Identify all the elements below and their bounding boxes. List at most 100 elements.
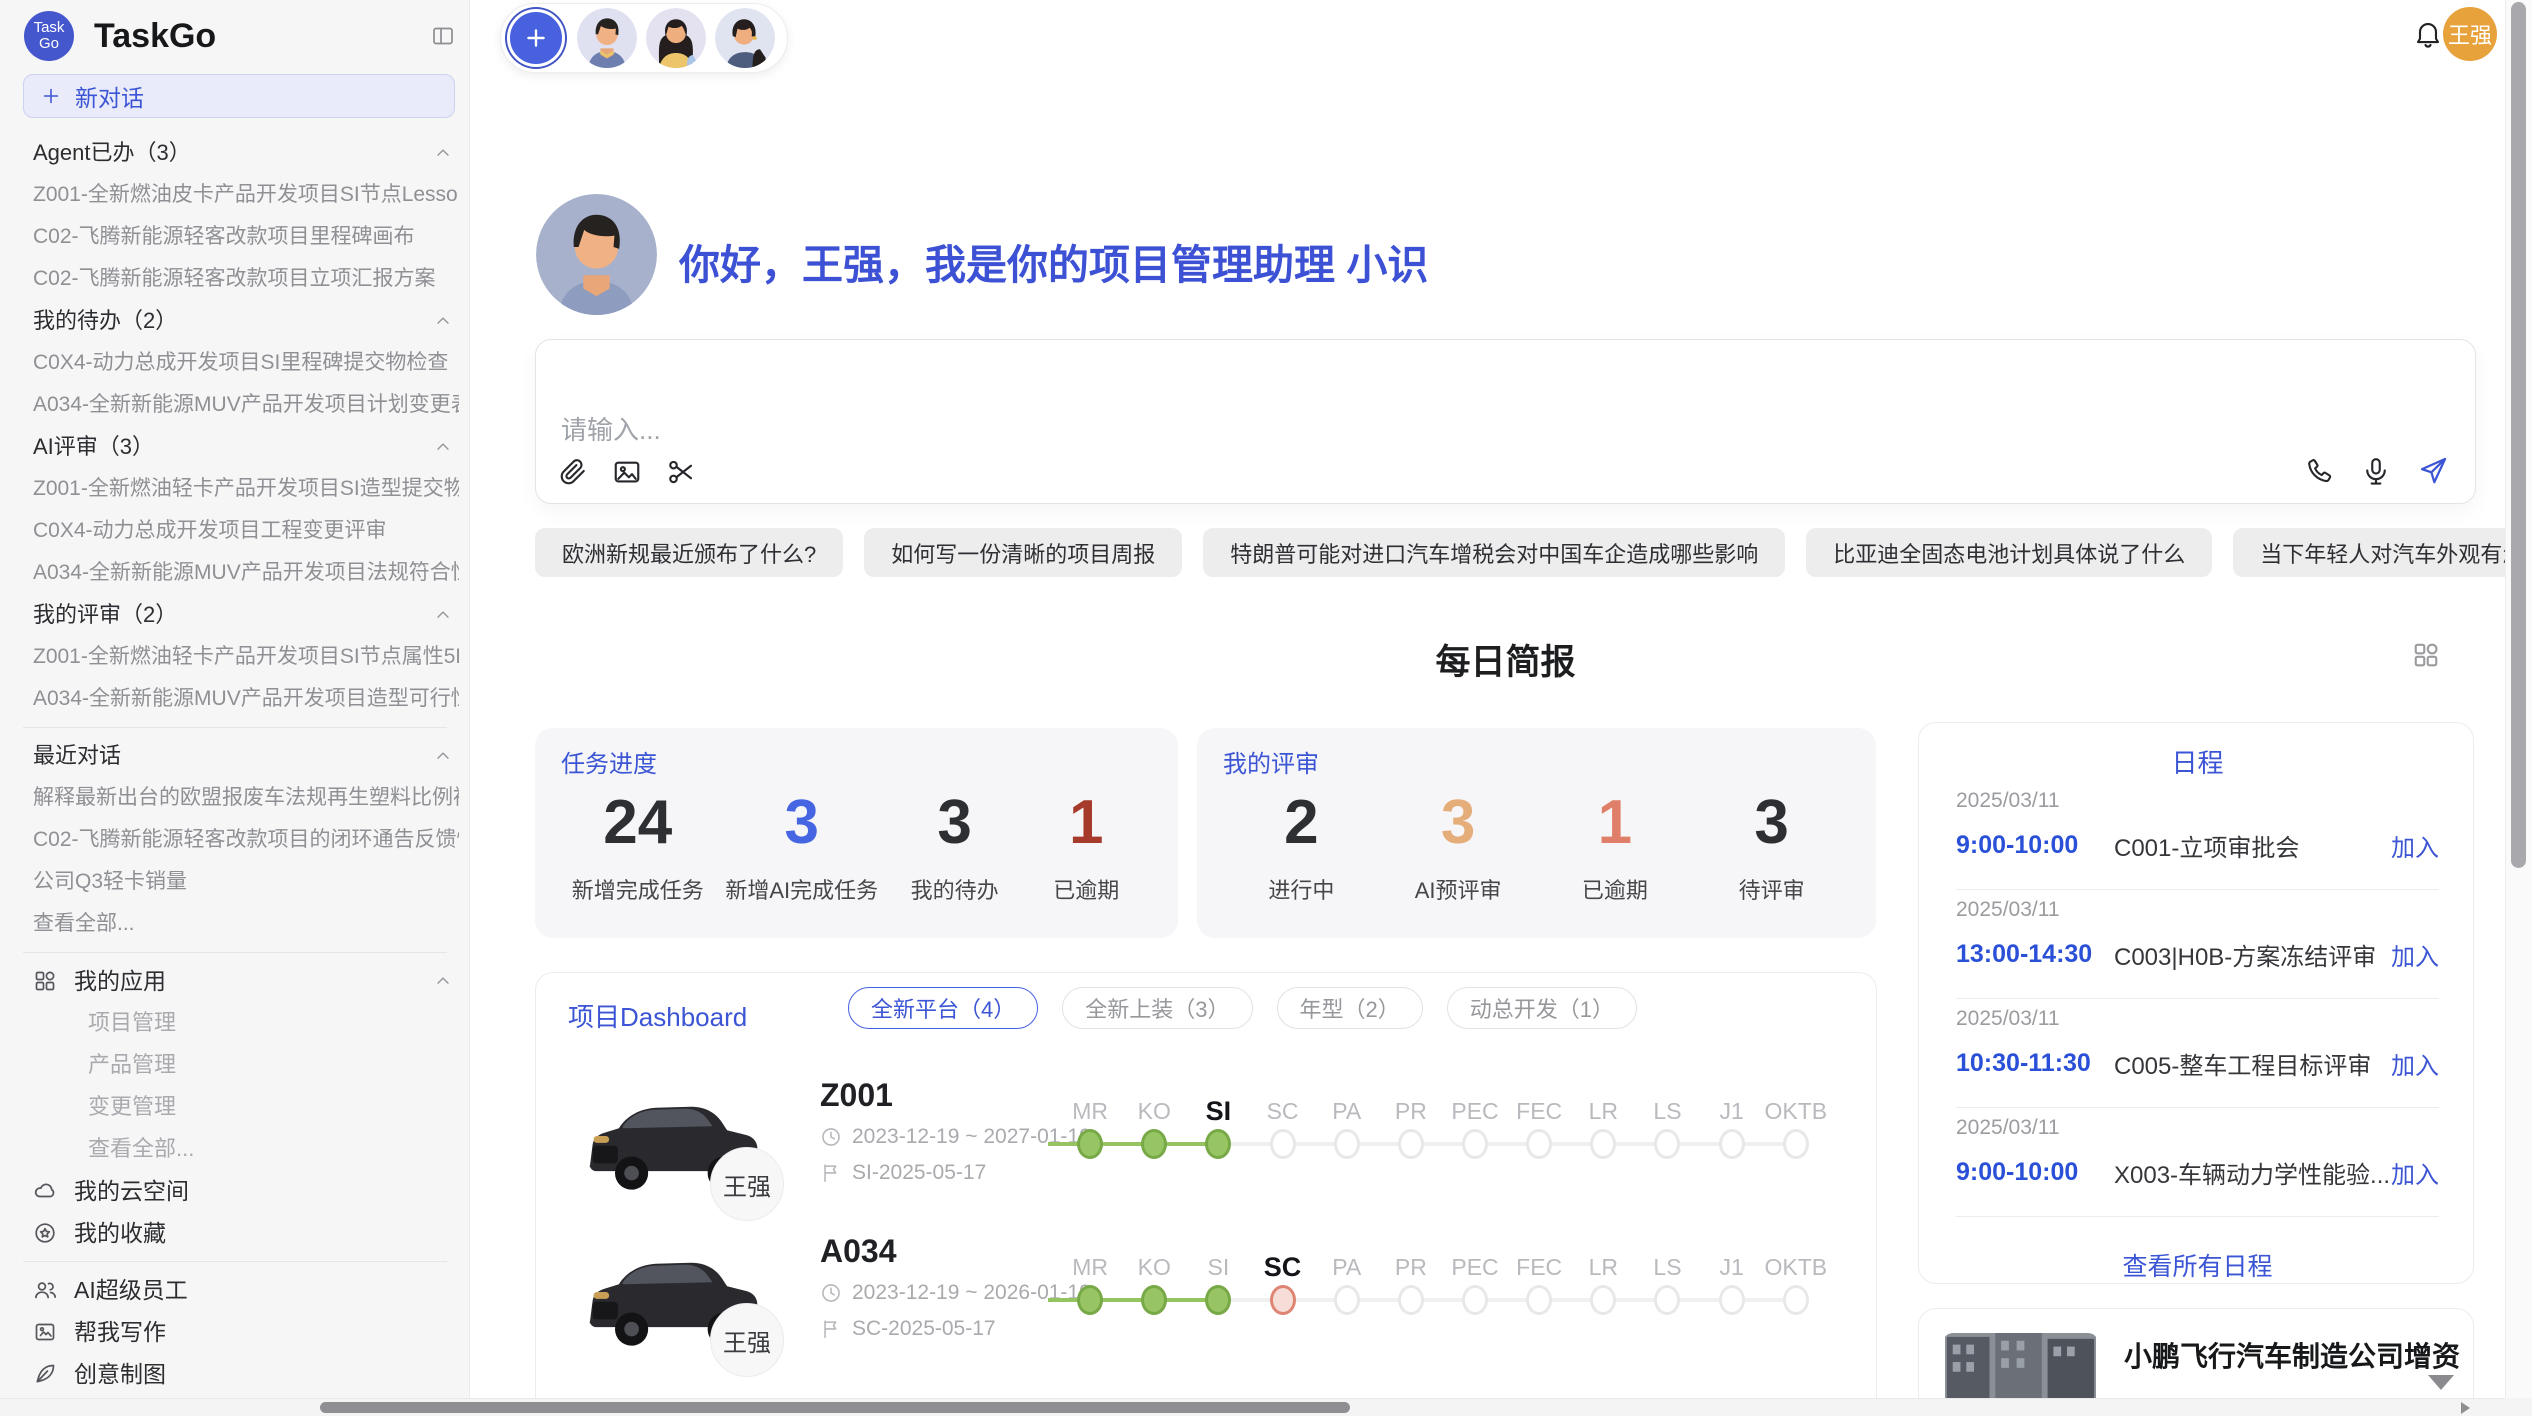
sidebar-item-favorites[interactable]: 我的收藏 [33,1217,459,1249]
chat-composer[interactable]: 请输入... [535,339,2476,504]
tab-new-platform[interactable]: 全新平台（4） [848,987,1038,1029]
composer-placeholder: 请输入... [561,410,661,447]
send-icon[interactable] [2417,455,2449,487]
stat-value: 1 [1031,783,1141,863]
milestone-dot [1590,1285,1616,1315]
milestone-dot [1654,1285,1680,1315]
sidebar-item-my-apps[interactable]: 我的应用 [33,965,459,997]
layout-grid-icon[interactable] [2411,640,2441,670]
list-item[interactable]: Z001-全新燃油轻卡产品开发项目SI造型提交物评审 [33,473,459,505]
sidebar-item-creative-draw[interactable]: 创意制图 [33,1358,459,1390]
milestone-dot [1783,1129,1809,1159]
sidebar-item-cloud-space[interactable]: 我的云空间 [33,1175,459,1207]
microphone-icon[interactable] [2361,456,2391,486]
view-all-chats-link[interactable]: 查看全部... [33,908,459,940]
list-item[interactable]: A034-全新新能源MUV产品开发项目计划变更表编写 [33,389,459,421]
project-flag-milestone: SC-2025-05-17 [820,1317,996,1341]
join-button[interactable]: 加入 [2391,828,2439,863]
quill-icon [33,1362,57,1386]
milestone-dot [1077,1129,1103,1159]
chevron-up-icon[interactable] [433,971,453,991]
list-item[interactable]: C02-飞腾新能源轻客改款项目里程碑画布 [33,221,459,253]
event-title: C003|H0B-方案冻结评审 [2114,937,2391,972]
join-button[interactable]: 加入 [2391,1155,2439,1190]
milestone-track: MRKOSISCPAPRPECFECLRLSJ1OKTB [1058,1091,1828,1203]
scroll-right-arrow[interactable] [2461,1402,2470,1414]
app-link-project-mgmt[interactable]: 项目管理 [33,1007,459,1039]
insert-image-icon[interactable] [612,457,642,487]
list-item[interactable]: C0X4-动力总成开发项目工程变更评审 [33,515,459,547]
chevron-up-icon[interactable] [433,437,453,457]
join-button[interactable]: 加入 [2391,937,2439,972]
app-link-change-mgmt[interactable]: 变更管理 [33,1091,459,1123]
tab-new-body[interactable]: 全新上装（3） [1062,987,1252,1029]
vertical-scrollbar-thumb[interactable] [2511,2,2526,868]
chevron-up-icon[interactable] [433,311,453,331]
section-ai-review[interactable]: AI评审（3） [33,431,459,463]
collapse-sidebar-icon[interactable] [431,24,455,48]
flag-label: SI-2025-05-17 [852,1161,986,1185]
list-item[interactable]: Z001-全新燃油轻卡产品开发项目SI节点属性5D文件评审 [33,641,459,673]
app-link-product-mgmt[interactable]: 产品管理 [33,1049,459,1081]
list-item[interactable]: C02-飞腾新能源轻客改款项目立项汇报方案 [33,263,459,295]
attach-file-icon[interactable] [558,457,588,487]
daily-briefing-title: 每日简报 [535,634,2476,685]
suggestion-chip[interactable]: 当下年轻人对汽车外观有怎样的喜好趋势 [2233,528,2505,577]
section-agent-done[interactable]: Agent已办（3） [33,137,459,169]
suggestion-chip[interactable]: 如何写一份清晰的项目周报 [864,528,1182,577]
project-code: Z001 [820,1077,893,1114]
sidebar-item-help-write[interactable]: 帮我写作 [33,1316,459,1348]
sidebar-item-ai-employee[interactable]: AI超级员工 [33,1274,459,1306]
apps-grid-icon [33,969,57,993]
milestone-lr: LR [1571,1091,1635,1203]
view-all-apps-link[interactable]: 查看全部... [33,1133,459,1165]
chevron-up-icon[interactable] [433,605,453,625]
join-button[interactable]: 加入 [2391,1046,2439,1081]
suggestion-chip[interactable]: 欧洲新规最近颁布了什么? [535,528,843,577]
suggestion-chip[interactable]: 比亚迪全固态电池计划具体说了什么 [1806,528,2212,577]
list-item[interactable]: C0X4-动力总成开发项目SI里程碑提交物检查 [33,347,459,379]
voice-call-icon[interactable] [2305,456,2335,486]
new-chat-button[interactable]: 新对话 [23,74,455,118]
list-item[interactable]: A034-全新新能源MUV产品开发项目法规符合性评审 [33,557,459,589]
milestone-dot [1590,1129,1616,1159]
milestone-label: PR [1379,1095,1443,1127]
flag-icon [820,1318,842,1340]
milestone-dot [1141,1285,1167,1315]
section-recent-chats[interactable]: 最近对话 [33,740,459,772]
section-my-todo[interactable]: 我的待办（2） [33,305,459,337]
suggestion-chip[interactable]: 特朗普可能对进口汽车增税会对中国车企造成哪些影响 [1203,528,1785,577]
recent-chat-item[interactable]: C02-飞腾新能源轻客改款项目的闭环通告反馈情况 [33,824,459,856]
tab-year-model[interactable]: 年型（2） [1277,987,1423,1029]
tab-powertrain[interactable]: 动总开发（1） [1447,987,1637,1029]
list-item[interactable]: Z001-全新燃油皮卡产品开发项目SI节点Lesson Learn报告 [33,179,459,211]
plus-icon [40,85,62,107]
chevron-up-icon[interactable] [433,143,453,163]
stat-label: 已逾期 [1560,873,1670,905]
recent-chat-item[interactable]: 解释最新出台的欧盟报废车法规再生塑料比例被调至15%... [33,782,459,814]
view-all-schedule-link[interactable]: 查看所有日程 [1956,1247,2439,1283]
divider [1956,1216,2439,1217]
section-my-review[interactable]: 我的评审（2） [33,599,459,631]
milestone-mr: MR [1058,1247,1122,1359]
stat-overdue: 1 已逾期 [1031,783,1141,905]
stat-label: 新增AI完成任务 [725,873,878,905]
milestone-dot [1526,1129,1552,1159]
horizontal-scrollbar-thumb[interactable] [320,1402,1350,1413]
project-row-z001[interactable]: 王强 Z001 2023-12-19 ~ 2027-01-19 SI-2025-… [536,1063,1876,1219]
news-card[interactable]: 小鹏飞行汽车制造公司增资 天眼查 App 显示，近日广州汇天飞行汽... [1918,1308,2474,1398]
stat-row: 2 进行中 3 AI预评审 1 已逾期 3 待评审 [1223,783,1850,905]
chevron-up-icon[interactable] [433,746,453,766]
milestone-dot [1141,1129,1167,1159]
project-row-a034[interactable]: 王强 A034 2023-12-19 ~ 2026-01-19 SC-2025-… [536,1219,1876,1375]
milestone-track: MRKOSISCPAPRPECFECLRLSJ1OKTB [1058,1247,1828,1359]
recent-chat-item[interactable]: 公司Q3轻卡销量 [33,866,459,898]
milestone-dot [1526,1285,1552,1315]
scissors-icon[interactable] [666,457,696,487]
owner-name: 王强 [723,1167,771,1202]
list-item[interactable]: A034-全新新能源MUV产品开发项目造型可行性评审 [33,683,459,715]
milestone-label: FEC [1507,1251,1571,1283]
clock-icon [820,1126,842,1148]
milestone-label: PA [1315,1095,1379,1127]
scroll-down-button[interactable] [2428,1375,2454,1390]
